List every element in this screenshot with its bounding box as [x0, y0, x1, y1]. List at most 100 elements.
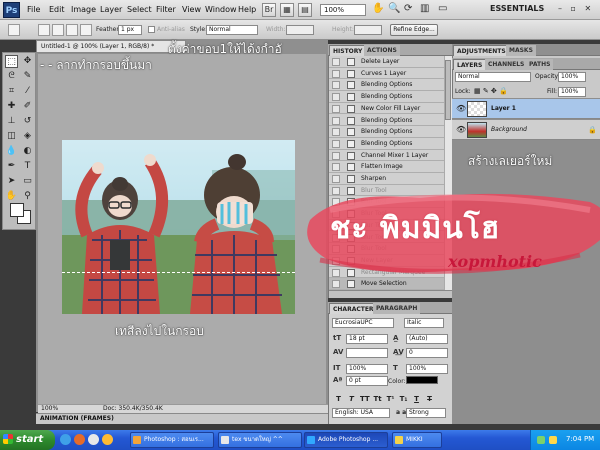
history-source-checkbox[interactable]: [332, 69, 340, 78]
quicklaunch-firefox-icon[interactable]: [74, 434, 85, 445]
feather-input[interactable]: 1 px: [118, 25, 142, 35]
refine-edge-button[interactable]: Refine Edge...: [390, 24, 438, 36]
text-color-swatch[interactable]: [406, 376, 438, 384]
antialias-select[interactable]: Strong: [406, 408, 446, 418]
history-item[interactable]: Flatten Image: [329, 161, 444, 173]
marquee-preset-icon[interactable]: [8, 24, 20, 36]
window-controls[interactable]: – ▫ ✕: [558, 4, 594, 13]
small-caps-button[interactable]: Tt: [373, 395, 382, 404]
menu-layer[interactable]: Layer: [100, 5, 122, 14]
mini-bridge-icon[interactable]: ▦: [280, 3, 294, 17]
underline-button[interactable]: T: [412, 395, 421, 404]
rect-marquee-tool-icon[interactable]: ⬚: [5, 55, 18, 68]
kerning-select[interactable]: [346, 348, 388, 358]
dodge-tool-icon[interactable]: ◐: [21, 145, 34, 158]
tab-masks[interactable]: MASKS: [506, 45, 536, 56]
start-button[interactable]: start: [0, 430, 55, 450]
history-brush-tool-icon[interactable]: ↺: [21, 115, 34, 128]
taskbar-task-button[interactable]: tex ขนาดใหญ่ ^^: [218, 432, 302, 448]
tab-paragraph[interactable]: PARAGRAPH: [373, 303, 421, 314]
tab-actions[interactable]: ACTIONS: [364, 45, 400, 56]
tab-channels[interactable]: CHANNELS: [485, 59, 528, 70]
subscript-button[interactable]: T₁: [399, 395, 408, 404]
menu-view[interactable]: View: [182, 5, 201, 14]
blend-mode-select[interactable]: Normal: [455, 72, 531, 82]
extras-icon[interactable]: ▤: [298, 3, 312, 17]
tab-adjustments[interactable]: ADJUSTMENTS: [453, 45, 510, 56]
new-selection-icon[interactable]: [38, 24, 50, 36]
history-source-checkbox[interactable]: [332, 163, 340, 172]
antialias-checkbox[interactable]: [148, 26, 155, 33]
history-source-checkbox[interactable]: [332, 116, 340, 125]
tab-history[interactable]: HISTORY: [329, 45, 367, 56]
tab-character[interactable]: CHARACTER: [329, 303, 378, 314]
tab-layers[interactable]: LAYERS: [453, 59, 487, 70]
pen-tool-icon[interactable]: ✒: [5, 160, 18, 173]
intersect-selection-icon[interactable]: [80, 24, 92, 36]
history-source-checkbox[interactable]: [332, 128, 340, 137]
layer-row-layer1[interactable]: 👁 Layer 1: [452, 99, 600, 119]
vertical-scale-input[interactable]: 100%: [346, 364, 388, 374]
type-tool-icon[interactable]: T: [21, 160, 34, 173]
history-source-checkbox[interactable]: [332, 58, 340, 66]
taskbar-task-button[interactable]: Adobe Photoshop ...: [304, 432, 388, 448]
visibility-eye-icon[interactable]: 👁: [456, 125, 466, 134]
quick-select-tool-icon[interactable]: ✎: [21, 70, 34, 83]
height-input[interactable]: [354, 25, 382, 35]
menu-help[interactable]: Help: [238, 5, 256, 14]
foreground-color-swatch[interactable]: [10, 203, 24, 217]
hand-tool-icon-2[interactable]: ✋: [5, 190, 18, 203]
tray-network-icon[interactable]: [537, 436, 545, 444]
width-input[interactable]: [286, 25, 314, 35]
taskbar-task-button[interactable]: MIKKI: [392, 432, 442, 448]
history-item[interactable]: Blending Options: [329, 79, 444, 92]
bridge-icon[interactable]: Br: [262, 3, 276, 17]
menu-image[interactable]: Image: [71, 5, 96, 14]
font-style-select[interactable]: Italic: [404, 318, 444, 328]
healing-brush-tool-icon[interactable]: ✚: [5, 100, 18, 113]
history-source-checkbox[interactable]: [332, 104, 340, 113]
status-doc-info[interactable]: Doc: 350.4K/350.4K: [103, 405, 163, 413]
all-caps-button[interactable]: TT: [360, 395, 370, 404]
brush-tool-icon[interactable]: ✐: [21, 100, 34, 113]
quicklaunch-ie-icon[interactable]: [60, 434, 71, 445]
path-selection-tool-icon[interactable]: ➤: [5, 175, 18, 188]
screen-mode-icon[interactable]: ▭: [438, 3, 447, 14]
clone-stamp-tool-icon[interactable]: ⊥: [5, 115, 18, 128]
faux-bold-button[interactable]: T: [334, 395, 343, 404]
font-size-select[interactable]: 18 pt: [346, 334, 388, 344]
lock-transparent-icon[interactable]: ▦ ✎ ✥ 🔒: [474, 87, 508, 95]
history-item[interactable]: Curves 1 Layer: [329, 68, 444, 80]
zoom-level-select[interactable]: 100%: [320, 4, 366, 16]
history-item[interactable]: Channel Mixer 1 Layer: [329, 150, 444, 162]
paint-bucket-tool-icon[interactable]: ◈: [21, 130, 34, 143]
history-source-checkbox[interactable]: [332, 81, 340, 90]
menu-edit[interactable]: Edit: [49, 5, 65, 14]
move-tool-icon[interactable]: ✥: [21, 55, 34, 68]
rotate-view-icon[interactable]: ⟳: [404, 3, 412, 14]
lasso-tool-icon[interactable]: ᘓ: [5, 70, 18, 83]
history-item[interactable]: New Color Fill Layer: [329, 103, 444, 115]
eraser-tool-icon[interactable]: ◫: [5, 130, 18, 143]
history-source-checkbox[interactable]: [332, 139, 340, 148]
history-item[interactable]: Delete Layer: [329, 56, 444, 68]
opacity-input[interactable]: 100%: [558, 72, 586, 82]
faux-italic-button[interactable]: T: [347, 395, 356, 404]
style-select[interactable]: Normal: [206, 25, 258, 35]
history-item[interactable]: Blending Options: [329, 126, 444, 138]
subtract-selection-icon[interactable]: [66, 24, 78, 36]
eyedropper-tool-icon[interactable]: ⁄: [21, 85, 34, 98]
menu-filter[interactable]: Filter: [156, 5, 176, 14]
baseline-shift-input[interactable]: 0 pt: [346, 376, 388, 386]
document-tab[interactable]: Untitled-1 @ 100% (Layer 1, RGB/8) *: [36, 40, 186, 53]
history-scroll-thumb[interactable]: [445, 60, 451, 120]
leading-select[interactable]: (Auto): [406, 334, 448, 344]
menu-select[interactable]: Select: [127, 5, 152, 14]
quicklaunch-media-icon[interactable]: [102, 434, 113, 445]
history-item[interactable]: Blending Options: [329, 115, 444, 127]
animation-panel-tab[interactable]: ANIMATION (FRAMES): [36, 413, 328, 424]
tab-paths[interactable]: PATHS: [526, 59, 554, 70]
font-family-select[interactable]: EucrosiaUPC: [332, 318, 394, 328]
history-source-checkbox[interactable]: [332, 151, 340, 160]
horizontal-scale-input[interactable]: 100%: [406, 364, 448, 374]
